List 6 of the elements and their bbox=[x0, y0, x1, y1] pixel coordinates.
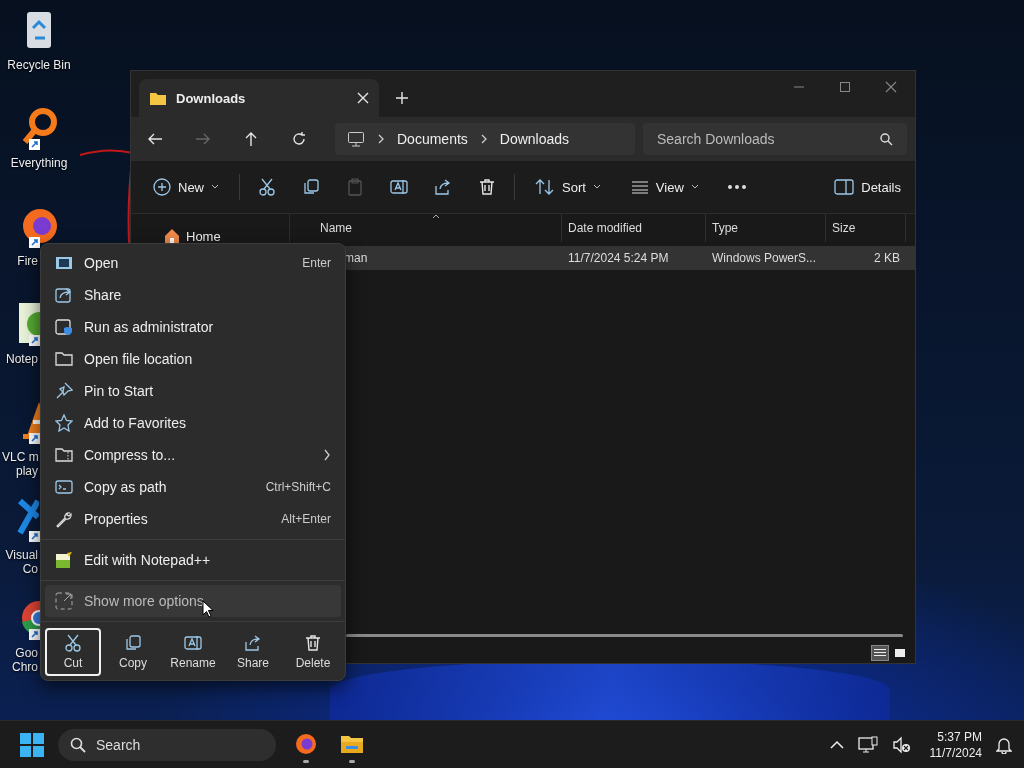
shortcut-text: Ctrl+Shift+C bbox=[265, 480, 331, 494]
shortcut-text: Enter bbox=[302, 256, 331, 270]
shortcut-text: Alt+Enter bbox=[281, 512, 331, 526]
table-cell-text: 11/7/2024 5:24 PM bbox=[567, 251, 670, 265]
table-cell-text: Windows PowerS... bbox=[711, 251, 818, 265]
table-cell-text: 2 KB bbox=[873, 251, 901, 265]
